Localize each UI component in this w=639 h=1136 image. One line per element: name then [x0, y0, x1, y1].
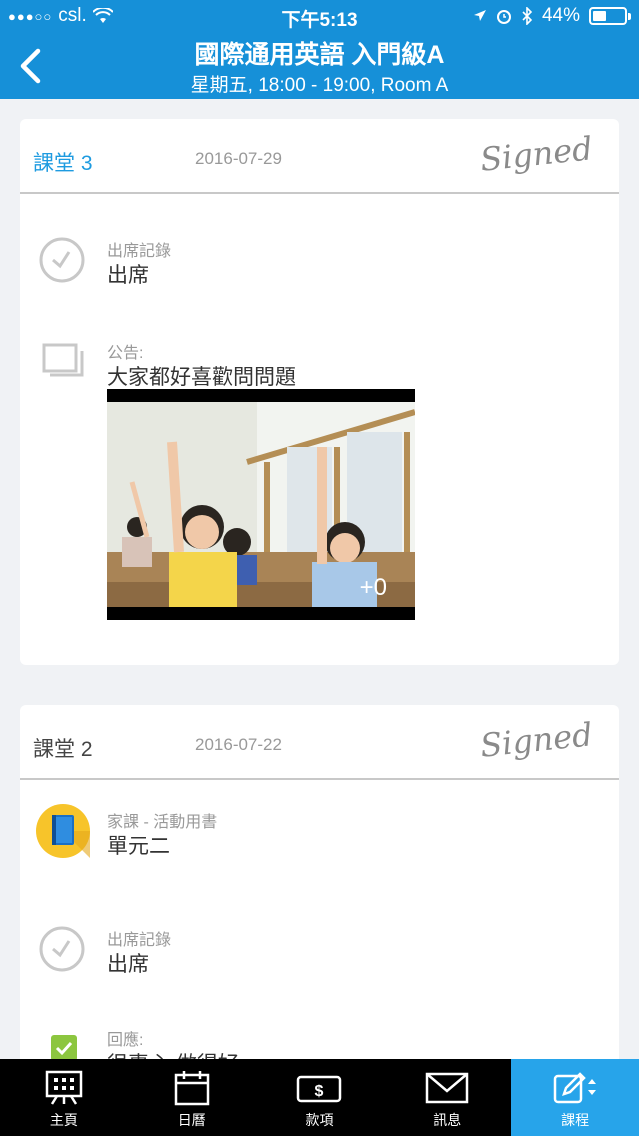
edit-course-icon — [553, 1072, 597, 1104]
photo-count: +0 — [359, 574, 387, 601]
lesson-card-header: 課堂 3 2016-07-29 Signed — [20, 119, 619, 194]
page-title: 國際通用英語 入門級A — [194, 41, 445, 69]
calendar-icon — [174, 1071, 209, 1106]
tab-label: 款項 — [305, 1112, 334, 1128]
feedback-label: 回應: — [107, 1032, 144, 1049]
header: ●●●○○ csl. 下午5:13 44% 國際通用英語 入門級A 星期五, 1… — [0, 0, 639, 99]
tab-label: 課程 — [561, 1112, 590, 1128]
homework-label: 家課 - 活動用書 — [107, 814, 218, 831]
attendance-label: 出席記錄 — [107, 243, 172, 260]
signed-stamp: Signed — [478, 129, 595, 179]
tab-courses[interactable]: 課程 — [511, 1059, 639, 1136]
attendance-value: 出席 — [107, 264, 149, 287]
clock-check-icon — [39, 237, 85, 283]
tab-calendar[interactable]: 日曆 — [128, 1059, 256, 1136]
alarm-icon — [496, 10, 511, 24]
battery-percent: 44% — [541, 5, 580, 26]
status-bar: ●●●○○ csl. 下午5:13 44% — [0, 0, 639, 32]
announcement-text: 大家都好喜歡問問題 — [107, 366, 296, 389]
book-icon — [36, 804, 90, 858]
clock-check-icon — [39, 926, 85, 972]
announcement-icon — [42, 343, 84, 377]
lesson-card[interactable]: 課堂 2 2016-07-22 Signed 家課 - 活動用書 單元二 出席記… — [20, 705, 619, 1085]
lesson-name: 課堂 3 — [33, 152, 93, 175]
homework-value: 單元二 — [107, 835, 170, 858]
lesson-date: 2016-07-22 — [195, 735, 282, 754]
checkbox-checked-icon — [51, 1035, 77, 1061]
attendance-value: 出席 — [107, 953, 149, 976]
tab-bar: 主頁 日曆 $ 款項 訊息 課程 — [0, 1059, 639, 1136]
bluetooth-icon — [522, 7, 533, 25]
location-icon — [473, 10, 486, 21]
announcement-photo[interactable]: +0 — [107, 389, 415, 620]
signed-stamp: Signed — [478, 715, 595, 765]
tab-payment[interactable]: $ 款項 — [256, 1059, 384, 1136]
attendance-label: 出席記錄 — [107, 932, 172, 949]
payment-icon: $ — [297, 1075, 342, 1103]
tab-messages[interactable]: 訊息 — [383, 1059, 511, 1136]
tab-label: 日曆 — [177, 1112, 206, 1128]
lesson-card-header: 課堂 2 2016-07-22 Signed — [20, 705, 619, 780]
whiteboard-icon — [45, 1070, 83, 1105]
svg-text:$: $ — [315, 1083, 324, 1100]
page-subtitle: 星期五, 18:00 - 19:00, Room A — [190, 75, 449, 96]
announcement-label: 公告: — [107, 345, 144, 362]
tab-label: 訊息 — [433, 1112, 462, 1128]
lesson-name: 課堂 2 — [33, 738, 93, 761]
lesson-date: 2016-07-29 — [195, 149, 282, 168]
tab-label: 主頁 — [49, 1112, 78, 1128]
lesson-card[interactable]: 課堂 3 2016-07-29 Signed 出席記錄 出席 公告: 大家都好喜… — [20, 119, 619, 665]
mail-icon — [426, 1072, 469, 1104]
tab-home[interactable]: 主頁 — [0, 1059, 128, 1136]
battery-icon — [589, 7, 631, 25]
